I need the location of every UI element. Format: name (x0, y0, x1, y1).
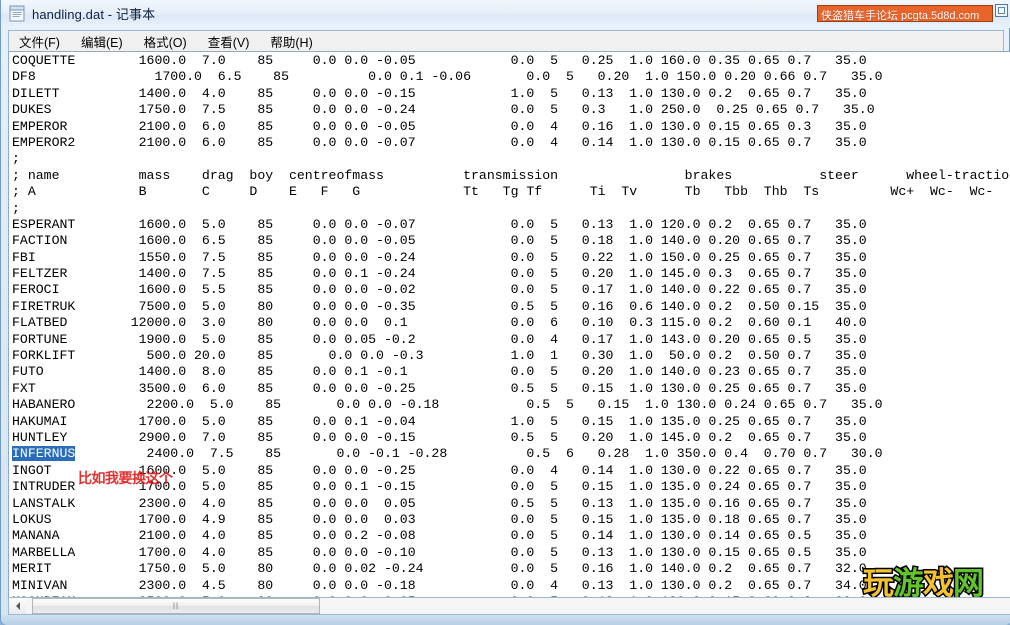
text-line[interactable]: ; (12, 151, 1010, 167)
text-line[interactable]: FLATBED 12000.0 3.0 80 0.0 0.0 0.1 0.0 6… (12, 315, 1010, 331)
selected-text[interactable]: INFERNUS (12, 446, 76, 462)
text-line[interactable]: LANSTALK 2300.0 4.0 85 0.0 0.0 0.05 0.5 … (12, 496, 1010, 512)
scrollbar-grip-icon: ‖‖ (172, 601, 180, 612)
text-area-frame[interactable]: COQUETTE 1600.0 7.0 85 0.0 0.0 -0.05 0.0… (8, 51, 1010, 597)
forum-banner-text: 侠盗猎车手论坛 pcgta.5d8d.com (821, 10, 980, 22)
menu-format[interactable]: 格式(O) (142, 31, 189, 52)
text-line[interactable]: FUTO 1400.0 8.0 85 0.0 0.1 -0.1 0.0 5 0.… (12, 364, 1010, 380)
text-line[interactable]: ; (12, 201, 1010, 217)
text-line[interactable]: HAKUMAI 1700.0 5.0 85 0.0 0.1 -0.04 1.0 … (12, 414, 1010, 430)
menu-view[interactable]: 查看(V) (206, 31, 252, 52)
text-line[interactable]: FACTION 1600.0 6.5 85 0.0 0.0 -0.05 0.0 … (12, 233, 1010, 249)
text-line[interactable]: FORKLIFT 500.0 20.0 85 0.0 0.0 -0.3 1.0 … (12, 348, 1010, 364)
text-line[interactable]: FORTUNE 1900.0 5.0 85 0.0 0.05 -0.2 0.0 … (12, 332, 1010, 348)
text-line[interactable]: DF8 1700.0 6.5 85 0.0 0.1 -0.06 0.0 5 0.… (12, 69, 1010, 85)
notepad-window: handling.dat - 记事本 侠盗猎车手论坛 pcgta.5d8d.co… (0, 0, 1010, 625)
text-line[interactable]: HUNTLEY 2900.0 7.0 85 0.0 0.0 -0.15 0.5 … (12, 430, 1010, 446)
text-line[interactable]: MERIT 1750.0 5.0 80 0.0 0.02 -0.24 0.0 5… (12, 561, 1010, 577)
window-title: handling.dat - 记事本 (32, 7, 156, 22)
text-line[interactable]: ; A B C D E F G Tt Tg Tf Ti Tv Tb Tbb Th… (12, 184, 1010, 200)
text-line[interactable]: DILETT 1400.0 4.0 85 0.0 0.0 -0.15 1.0 5… (12, 86, 1010, 102)
menu-help[interactable]: 帮助(H) (268, 31, 314, 52)
chevron-left-icon (15, 602, 20, 610)
notepad-icon (9, 5, 25, 22)
text-line[interactable]: MANANA 2100.0 4.0 85 0.0 0.2 -0.08 0.0 5… (12, 528, 1010, 544)
text-line[interactable]: FXT 3500.0 6.0 85 0.0 0.0 -0.25 0.5 5 0.… (12, 381, 1010, 397)
scrollbar-thumb[interactable]: ‖‖ (32, 598, 320, 614)
text-line[interactable]: EMPEROR 2100.0 6.0 85 0.0 0.0 -0.05 0.0 … (12, 119, 1010, 135)
red-annotation-text: 比如我要换这个 (78, 471, 173, 487)
text-line[interactable]: FIRETRUK 7500.0 5.0 80 0.0 0.0 -0.35 0.5… (12, 299, 1010, 315)
text-line[interactable]: FEROCI 1600.0 5.5 85 0.0 0.0 -0.02 0.0 5… (12, 282, 1010, 298)
text-line[interactable]: LOKUS 1700.0 4.9 85 0.0 0.0 0.03 0.0 5 0… (12, 512, 1010, 528)
text-line[interactable]: MARBELLA 1700.0 4.0 85 0.0 0.0 -0.10 0.0… (12, 545, 1010, 561)
text-line[interactable]: HABANERO 2200.0 5.0 85 0.0 0.0 -0.18 0.5… (12, 397, 1010, 413)
horizontal-scrollbar[interactable]: ‖‖ (8, 597, 1010, 615)
text-line[interactable]: DUKES 1750.0 7.5 85 0.0 0.0 -0.24 0.0 5 … (12, 102, 1010, 118)
text-line[interactable]: FBI 1550.0 7.5 85 0.0 0.0 -0.24 0.0 5 0.… (12, 250, 1010, 266)
text-line[interactable]: INFERNUS 2400.0 7.5 85 0.0 -0.1 -0.28 0.… (12, 446, 1010, 462)
text-line[interactable]: COQUETTE 1600.0 7.0 85 0.0 0.0 -0.05 0.0… (12, 53, 1010, 69)
text-line[interactable]: MINIVAN 2300.0 4.5 80 0.0 0.0 -0.18 0.0 … (12, 578, 1010, 594)
scroll-left-arrow-button[interactable] (9, 598, 26, 614)
menu-file[interactable]: 文件(F) (17, 31, 62, 52)
text-line[interactable]: FELTZER 1400.0 7.5 85 0.0 0.1 -0.24 0.0 … (12, 266, 1010, 282)
text-line[interactable]: EMPEROR2 2100.0 6.0 85 0.0 0.0 -0.07 0.0… (12, 135, 1010, 151)
forum-banner: 侠盗猎车手论坛 pcgta.5d8d.com (817, 5, 993, 22)
text-line[interactable]: ; name mass drag boy centreofmass transm… (12, 168, 1010, 184)
text-line[interactable]: ESPERANT 1600.0 5.0 85 0.0 0.0 -0.07 0.0… (12, 217, 1010, 233)
text-content[interactable]: COQUETTE 1600.0 7.0 85 0.0 0.0 -0.05 0.0… (12, 53, 1010, 597)
menu-edit[interactable]: 编辑(E) (79, 31, 125, 52)
window-control-box[interactable] (995, 4, 1008, 17)
scrollbar-track[interactable]: ‖‖ (26, 598, 1010, 614)
menu-bar: 文件(F) 编辑(E) 格式(O) 查看(V) 帮助(H) (8, 30, 1004, 51)
window-bottom-edge (1, 615, 1010, 625)
